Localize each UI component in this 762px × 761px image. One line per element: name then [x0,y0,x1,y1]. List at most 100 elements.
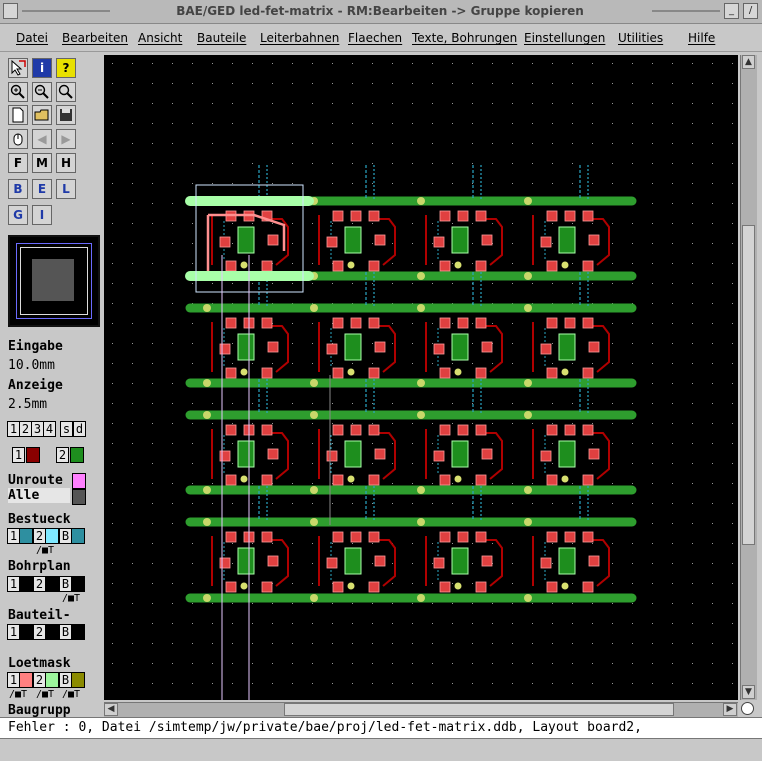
pad [588,448,600,460]
bestueck-mark: /■T [36,545,55,556]
zoom-in-icon[interactable] [8,82,28,102]
via [347,582,355,590]
pad [374,234,386,246]
pad [582,581,594,593]
save-icon[interactable] [56,105,76,125]
select-tool-icon[interactable] [8,58,28,78]
info-icon[interactable]: i [32,58,52,78]
layout-canvas[interactable] [104,55,738,700]
layer-button-h[interactable]: H [56,153,76,173]
minimize-button[interactable]: _ [724,3,739,19]
open-folder-icon[interactable] [32,105,52,125]
horizontal-scrollbar[interactable]: ◀ ▶ [104,702,738,717]
loetmask-color-b[interactable] [71,672,85,688]
help-icon[interactable]: ? [56,58,76,78]
layer-button-i[interactable]: I [32,205,52,225]
bauteil-color-2[interactable] [45,624,59,640]
pad [374,341,386,353]
pad [261,581,273,593]
scroll-up-icon[interactable]: ▲ [742,55,755,69]
alle-color-swatch[interactable] [72,489,86,505]
via [561,475,569,483]
via [240,582,248,590]
vertical-scrollbar[interactable]: ▲ ▼ [740,55,757,700]
tool-panel: i ? ◀ ▶ F M H B E L G I Eingabe 10.0mm A… [0,53,103,718]
zoom-window-icon[interactable] [56,82,76,102]
scroll-right-icon[interactable]: ▶ [723,703,737,716]
maximize-button[interactable]: / [743,3,758,19]
pad [368,424,380,436]
component-body [237,547,255,575]
menu-einstellungen[interactable]: Einstellungen [524,31,605,45]
loetmask-color-1[interactable] [19,672,33,688]
pad [350,317,362,329]
unroute-color-swatch[interactable] [72,473,86,489]
input-label: Eingabe [8,339,63,354]
menu-datei[interactable]: Datei [16,31,48,45]
menu-hilfe[interactable]: Hilfe [688,31,715,45]
via [524,411,532,419]
menu-texte-bohrungen[interactable]: Texte, Bohrungen [412,31,517,45]
via [240,475,248,483]
new-file-icon[interactable] [8,105,28,125]
window-menu-button[interactable] [3,3,18,19]
pad [481,448,493,460]
bohrplan-color-b[interactable] [71,576,85,592]
pad [261,474,273,486]
horizontal-scroll-thumb[interactable] [284,703,674,716]
menu-flaechen[interactable]: Flaechen [348,31,402,45]
layer-num-s[interactable]: s [60,421,73,437]
bohrplan-label: Bohrplan [8,559,71,574]
pad [582,367,594,379]
vertical-scroll-thumb[interactable] [742,225,755,545]
loetmask-color-2[interactable] [45,672,59,688]
layer-button-f[interactable]: F [8,153,28,173]
bohrplan-color-1[interactable] [19,576,33,592]
layer-button-e[interactable]: E [32,179,52,199]
bestueck-color-2[interactable] [45,528,59,544]
layer-num-4[interactable]: 4 [43,421,56,437]
pad [368,260,380,272]
bauteil-color-b[interactable] [71,624,85,640]
status-line: Fehler : 0, Datei /simtemp/jw/private/ba… [0,717,762,739]
scroll-down-icon[interactable]: ▼ [742,685,755,699]
overview-map[interactable] [8,235,100,327]
scroll-left-icon[interactable]: ◀ [104,703,118,716]
layer1-label[interactable]: 1 [12,447,25,463]
arrow-left-icon[interactable]: ◀ [32,129,52,149]
pad [582,424,594,436]
via [524,272,532,280]
bohrplan-color-2[interactable] [45,576,59,592]
layer-button-l[interactable]: L [56,179,76,199]
menu-bearbeiten[interactable]: Bearbeiten [62,31,128,45]
zoom-out-icon[interactable] [32,82,52,102]
pcb-drawing[interactable] [104,55,738,700]
pad [564,424,576,436]
layer-num-d[interactable]: d [73,421,86,437]
display-value[interactable]: 2.5mm [8,397,47,412]
bestueck-color-b[interactable] [71,528,85,544]
menu-utilities[interactable]: Utilities [618,31,663,45]
pad [588,341,600,353]
bauteil-color-1[interactable] [19,624,33,640]
pad [368,531,380,543]
layer-button-g[interactable]: G [8,205,28,225]
layer-button-m[interactable]: M [32,153,52,173]
layer1-color-swatch[interactable] [26,447,40,463]
mouse-icon[interactable] [8,129,28,149]
via [310,379,318,387]
title-bar-line-right [652,10,720,12]
bestueck-color-1[interactable] [19,528,33,544]
input-value[interactable]: 10.0mm [8,358,55,373]
menu-leiterbahnen[interactable]: Leiterbahnen [260,31,339,45]
layer2-label[interactable]: 2 [56,447,69,463]
component-body [344,547,362,575]
layer2-color-swatch[interactable] [70,447,84,463]
pad [475,317,487,329]
layer-button-b[interactable]: B [8,179,28,199]
corner-indicator-icon[interactable] [741,702,754,715]
menu-bauteile[interactable]: Bauteile [197,31,246,45]
menu-ansicht[interactable]: Ansicht [138,31,182,45]
title-bar-line-left [22,10,110,12]
arrow-right-icon[interactable]: ▶ [56,129,76,149]
